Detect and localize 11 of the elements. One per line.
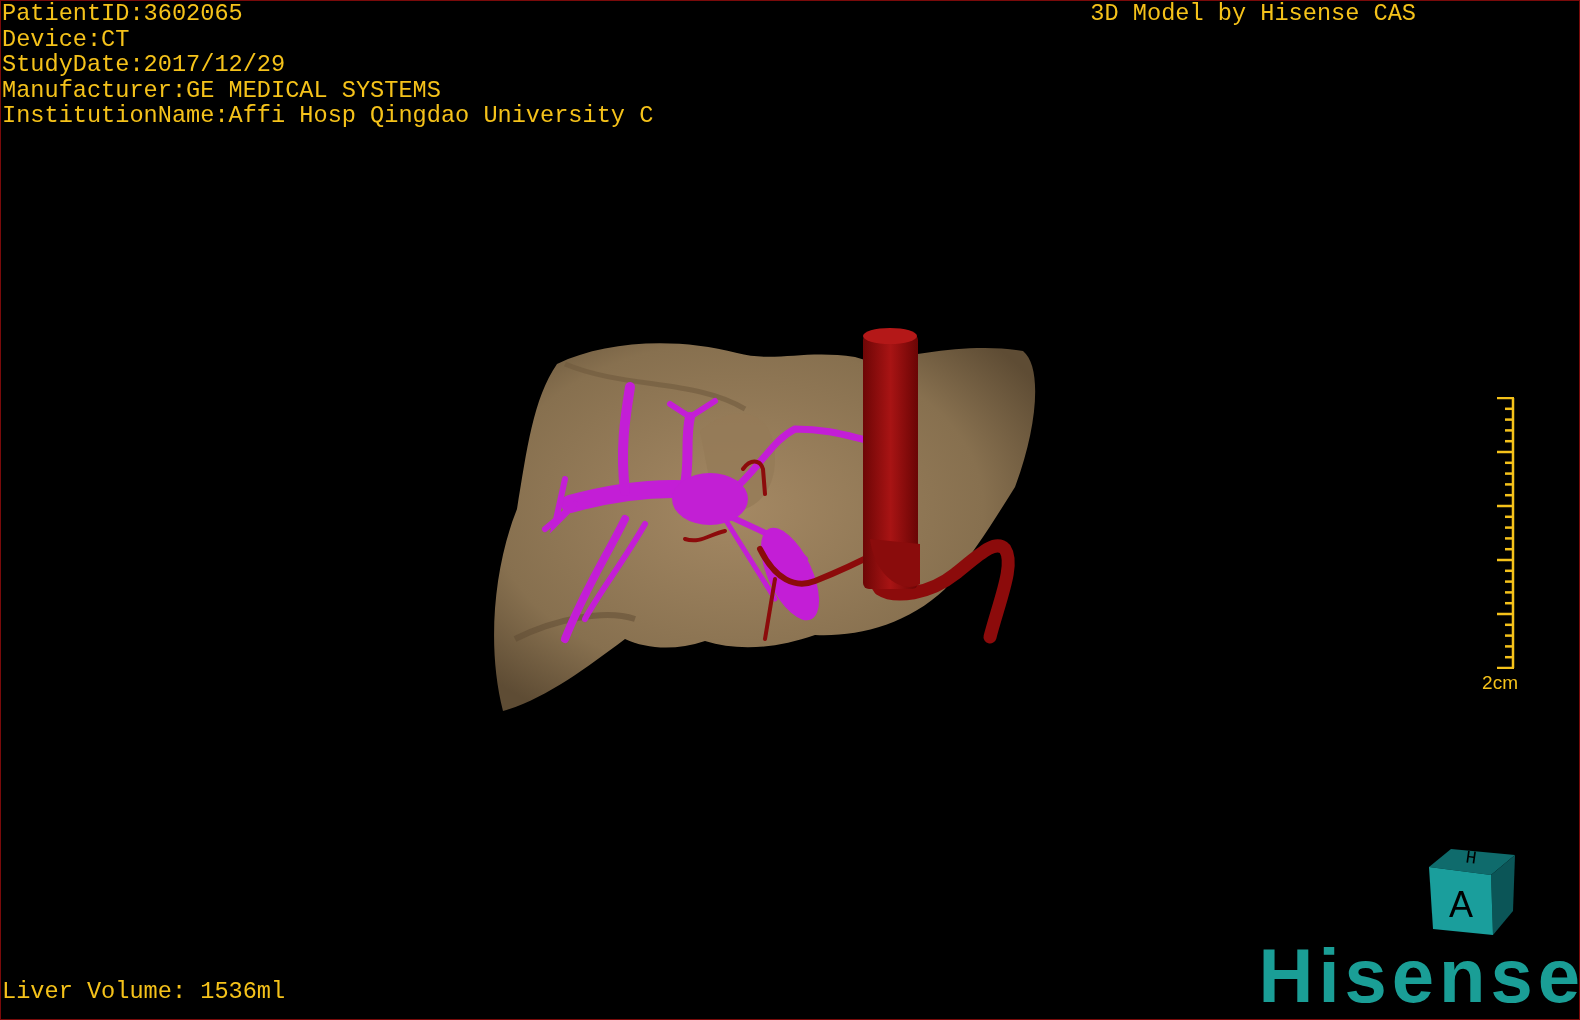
brand-logo: Hisense xyxy=(1258,943,1580,1019)
cube-face-label: H xyxy=(1464,847,1478,869)
study-info-text: Manufacturer:GE MEDICAL SYSTEMS xyxy=(2,77,442,104)
study-info-text: PatientID:3602065 xyxy=(2,1,244,27)
study-info-text: Device:CT xyxy=(2,26,131,53)
liver-volume-text: Liver Volume: 1536ml xyxy=(1,979,286,1008)
study-info-text: InstitutionName:Affi Hosp Qingdao University C xyxy=(2,103,654,129)
study-info-text: StudyDate:2017/12/29 xyxy=(2,52,287,78)
scale-label: 2cm xyxy=(1482,671,1518,694)
cube-face-label: A xyxy=(1449,884,1473,925)
viewer-title: 3D Model by Hisense CAS xyxy=(1090,1,1416,27)
